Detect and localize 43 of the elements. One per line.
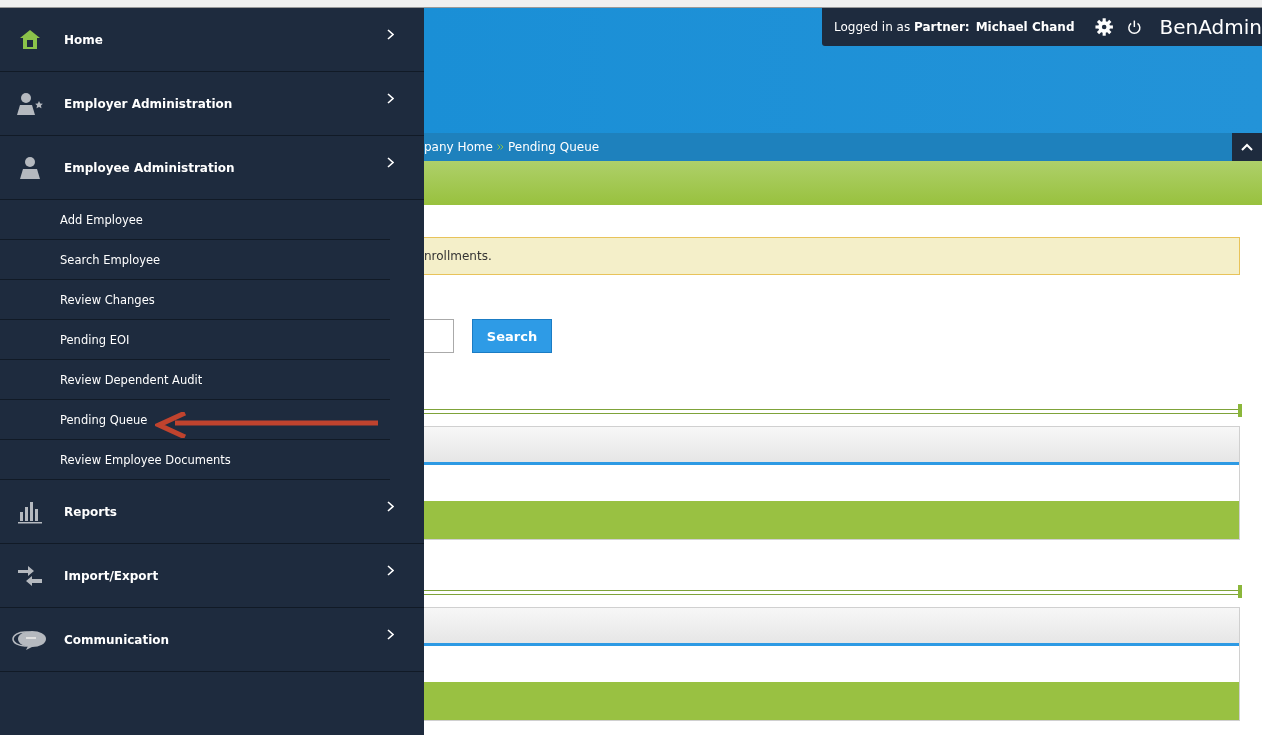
submenu-item[interactable]: Pending EOI xyxy=(0,320,390,360)
bar-chart-icon xyxy=(17,499,43,524)
chevron-right-icon xyxy=(387,565,394,576)
menu-item[interactable]: Import/Export xyxy=(0,544,424,608)
submenu-item[interactable]: Review Changes xyxy=(0,280,390,320)
chevron-right-icon xyxy=(387,93,394,104)
search-field[interactable] xyxy=(424,319,454,353)
speech-bubbles-icon xyxy=(12,628,48,651)
submenu-item[interactable]: Review Dependent Audit xyxy=(0,360,390,400)
chevron-right-icon xyxy=(387,29,394,40)
menu-item[interactable]: Employer Administration xyxy=(0,72,424,136)
brand-name: BenAdmin xyxy=(1159,15,1262,39)
submenu-item[interactable]: Add Employee xyxy=(0,200,390,240)
settings-icon[interactable] xyxy=(1094,17,1113,37)
double-chevron-icon xyxy=(496,144,504,150)
menu-item-label: Employer Administration xyxy=(64,96,233,111)
menu-item-label: Reports xyxy=(64,504,117,519)
submenu-item[interactable]: Review Employee Documents xyxy=(0,440,390,480)
menu-item-label: Import/Export xyxy=(64,568,159,583)
menu-item[interactable]: Employee Administration xyxy=(0,136,424,200)
notice-message: nrollments. xyxy=(424,237,1240,275)
collapse-button[interactable] xyxy=(1232,133,1262,161)
menu-item-label: Communication xyxy=(64,632,170,647)
person-icon xyxy=(18,155,42,180)
menu-item[interactable]: Home xyxy=(0,8,424,72)
chevron-right-icon xyxy=(387,501,394,512)
house-icon xyxy=(19,28,41,51)
menu-item-label: Employee Administration xyxy=(64,160,235,175)
menu-item[interactable]: Communication xyxy=(0,608,424,672)
power-icon[interactable] xyxy=(1126,19,1142,35)
submenu-item[interactable]: Pending Queue xyxy=(0,400,390,440)
submenu-item[interactable]: Search Employee xyxy=(0,240,390,280)
arrows-icon xyxy=(16,564,44,587)
user-name: Michael Chand xyxy=(975,20,1075,34)
menu-item-label: Home xyxy=(64,32,103,47)
menu-item[interactable]: Reports xyxy=(0,480,424,544)
chevron-up-icon xyxy=(1241,143,1253,151)
breadcrumb-link[interactable]: pany Home xyxy=(424,140,493,154)
logged-in-label: Logged in as Partner: xyxy=(834,20,970,34)
person-star-icon xyxy=(16,91,44,116)
chevron-right-icon xyxy=(387,629,394,640)
breadcrumb-link[interactable]: Pending Queue xyxy=(507,140,600,154)
chevron-right-icon xyxy=(387,157,394,168)
